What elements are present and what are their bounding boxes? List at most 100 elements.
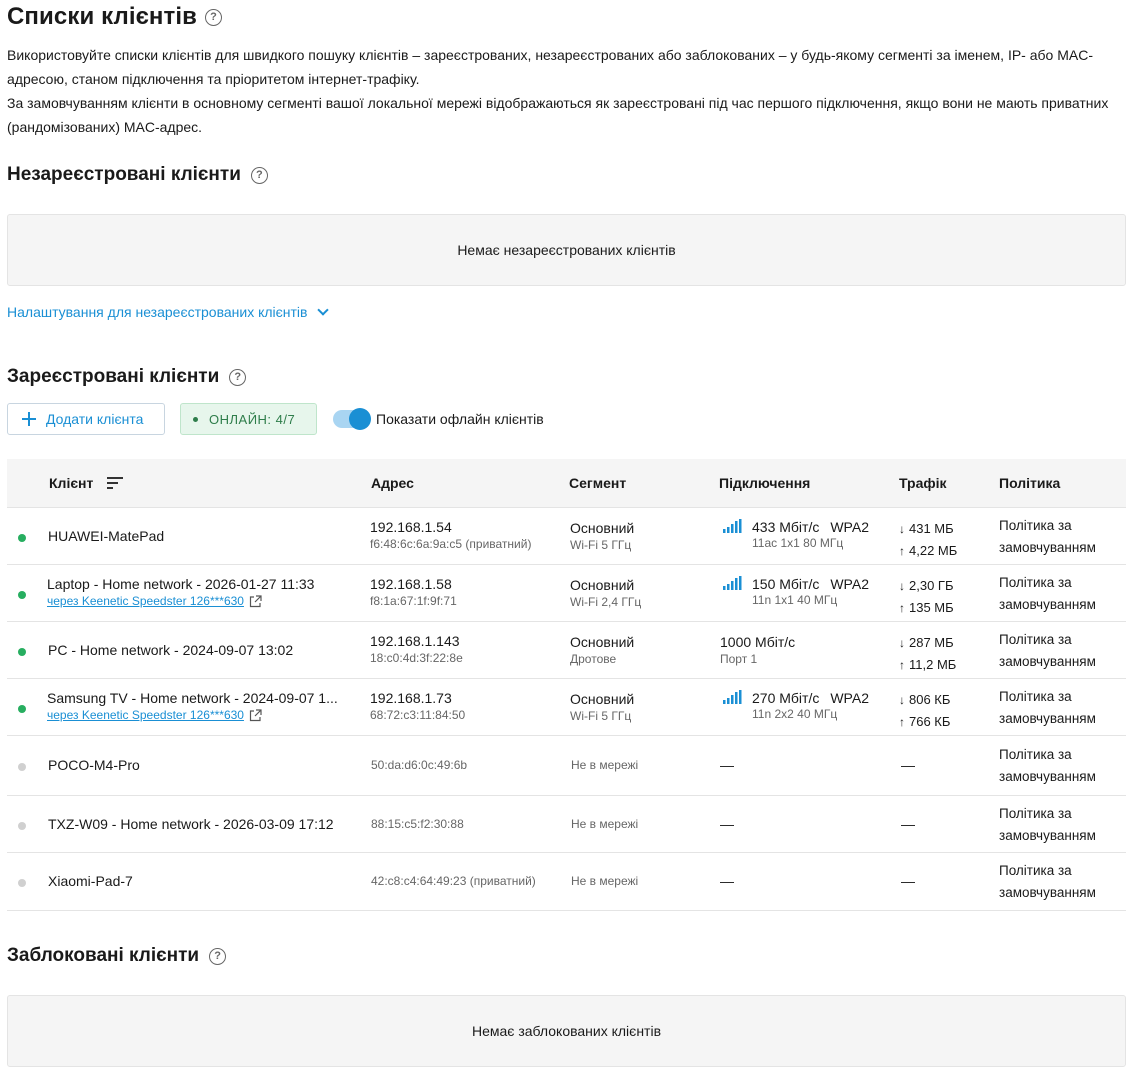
unregistered-empty-text: Немає незареєстрованих клієнтів xyxy=(457,242,676,258)
via-link[interactable]: через Keenetic Speedster 126***630 xyxy=(47,594,262,608)
policy-link[interactable]: Політика за замовчуванням xyxy=(999,686,1117,730)
client-cell[interactable]: HUAWEI-MatePad xyxy=(48,528,164,544)
client-name[interactable]: POCO-M4-Pro xyxy=(48,757,140,773)
toggle-knob xyxy=(349,408,371,430)
segment-cell: Основний Wi-Fi 2,4 ГГц xyxy=(570,577,641,609)
address-cell: 192.168.1.54 f6:48:6c:6a:9a:c5 (приватний… xyxy=(370,519,531,551)
via-link-text[interactable]: через Keenetic Speedster 126***630 xyxy=(47,708,244,722)
registered-heading: Зареєстровані клієнти ? xyxy=(7,366,247,388)
traffic-cell: ↓ 806 КБ ↑ 766 КБ xyxy=(899,689,950,733)
add-client-button[interactable]: Додати клієнта xyxy=(7,403,165,435)
help-circle-icon[interactable]: ? xyxy=(229,368,247,386)
wifi-signal-icon xyxy=(723,576,742,590)
table-row[interactable]: Samsung TV - Home network - 2024-09-07 1… xyxy=(7,679,1126,736)
column-header-connection: Підключення xyxy=(719,475,811,491)
external-link-icon[interactable] xyxy=(249,708,262,722)
arrow-up-icon: ↑ xyxy=(899,544,905,558)
table-row[interactable]: PC - Home network - 2024-09-07 13:02 192.… xyxy=(7,622,1126,679)
client-name[interactable]: Xiaomi-Pad-7 xyxy=(48,873,133,889)
ip-address: 192.168.1.143 xyxy=(370,633,460,649)
client-cell[interactable]: Xiaomi-Pad-7 xyxy=(48,873,133,889)
policy-link[interactable]: Політика за замовчуванням xyxy=(999,629,1117,673)
unregistered-heading: Незареєстровані клієнти ? xyxy=(7,164,268,186)
segment-band: Wi-Fi 2,4 ГГц xyxy=(570,595,642,609)
help-circle-icon[interactable]: ? xyxy=(205,8,223,26)
traffic-empty: — xyxy=(901,873,915,889)
registered-clients-table: Клієнт Адрес Сегмент Підключення Трафік … xyxy=(7,459,1126,911)
traffic-down: 431 МБ xyxy=(909,521,954,536)
client-name[interactable]: Samsung TV - Home network - 2024-09-07 1… xyxy=(47,690,338,706)
unregistered-empty-panel: Немає незареєстрованих клієнтів xyxy=(7,214,1126,286)
page-description: Використовуйте списки клієнтів для швидк… xyxy=(7,43,1119,139)
registered-heading-text: Зареєстровані клієнти xyxy=(7,366,220,387)
sort-icon[interactable] xyxy=(107,477,124,490)
policy-link[interactable]: Політика за замовчуванням xyxy=(999,803,1117,847)
arrow-up-icon: ↑ xyxy=(899,715,905,729)
via-link-text[interactable]: через Keenetic Speedster 126***630 xyxy=(47,594,244,608)
arrow-down-icon: ↓ xyxy=(899,579,905,593)
offline-status: Не в мережі xyxy=(571,874,639,888)
help-circle-icon[interactable]: ? xyxy=(250,166,268,184)
client-cell[interactable]: Laptop - Home network - 2026-01-27 11:33… xyxy=(47,576,314,608)
segment-band: Wi-Fi 5 ГГц xyxy=(570,709,632,723)
link-speed: 270 Мбіт/с xyxy=(752,690,820,706)
arrow-up-icon: ↑ xyxy=(899,658,905,672)
arrow-down-icon: ↓ xyxy=(899,522,905,536)
policy-link[interactable]: Політика за замовчуванням xyxy=(999,515,1117,559)
traffic-cell: ↓ 431 МБ ↑ 4,22 МБ xyxy=(899,518,957,562)
column-header-client[interactable]: Клієнт xyxy=(49,475,124,491)
table-row[interactable]: Laptop - Home network - 2026-01-27 11:33… xyxy=(7,565,1126,622)
external-link-icon[interactable] xyxy=(249,594,262,608)
mac-address: f8:1a:67:1f:9f:71 xyxy=(370,594,457,608)
table-row[interactable]: Xiaomi-Pad-7 42:c8:c4:64:49:23 (приватний… xyxy=(7,853,1126,911)
mac-address: f6:48:6c:6a:9a:c5 (приватний) xyxy=(370,537,532,551)
policy-link[interactable]: Політика за замовчуванням xyxy=(999,860,1117,904)
address-cell: 192.168.1.73 68:72:c3:11:84:50 xyxy=(370,690,465,722)
blocked-empty-text: Немає заблокованих клієнтів xyxy=(471,1023,662,1039)
client-cell[interactable]: Samsung TV - Home network - 2024-09-07 1… xyxy=(47,690,338,722)
policy-link[interactable]: Політика за замовчуванням xyxy=(999,744,1117,788)
client-cell[interactable]: TXZ-W09 - Home network - 2026-03-09 17:1… xyxy=(48,816,334,832)
address-cell: 192.168.1.58 f8:1a:67:1f:9f:71 xyxy=(370,576,457,608)
table-body: HUAWEI-MatePad 192.168.1.54 f6:48:6c:6a:9a… xyxy=(7,508,1126,911)
wifi-signal-icon xyxy=(723,519,742,533)
segment-cell: Основний Wi-Fi 5 ГГц xyxy=(570,520,634,552)
connection-cell: 1000 Мбіт/с Порт 1 xyxy=(720,634,795,666)
traffic-empty: — xyxy=(901,816,915,832)
show-offline-toggle[interactable] xyxy=(333,408,371,430)
segment-band: Wi-Fi 5 ГГц xyxy=(570,538,632,552)
ip-address: 192.168.1.73 xyxy=(370,690,452,706)
help-circle-icon[interactable]: ? xyxy=(209,947,227,965)
traffic-up: 766 КБ xyxy=(909,714,951,729)
unregistered-settings-label: Налаштування для незареєстрованих клієнт… xyxy=(7,304,308,320)
table-row[interactable]: TXZ-W09 - Home network - 2026-03-09 17:1… xyxy=(7,796,1126,853)
page-title-text: Списки клієнтів xyxy=(7,3,198,30)
client-name[interactable]: HUAWEI-MatePad xyxy=(48,528,164,544)
port-label: Порт 1 xyxy=(720,652,758,666)
mac-address: 50:da:d6:0c:49:6b xyxy=(371,758,468,772)
table-row[interactable]: HUAWEI-MatePad 192.168.1.54 f6:48:6c:6a:9a… xyxy=(7,508,1126,565)
ip-address: 192.168.1.58 xyxy=(370,576,452,592)
traffic-down: 806 КБ xyxy=(909,692,951,707)
mac-address: 42:c8:c4:64:49:23 (приватний) xyxy=(371,874,536,888)
online-dot-icon xyxy=(193,416,198,422)
blocked-heading-text: Заблоковані клієнти xyxy=(7,945,200,966)
traffic-up: 4,22 МБ xyxy=(909,543,958,558)
offline-status: Не в мережі xyxy=(571,817,639,831)
via-link[interactable]: через Keenetic Speedster 126***630 xyxy=(47,708,262,722)
show-offline-label: Показати офлайн клієнтів xyxy=(376,411,544,427)
client-name[interactable]: Laptop - Home network - 2026-01-27 11:33 xyxy=(47,576,314,592)
client-name[interactable]: PC - Home network - 2024-09-07 13:02 xyxy=(48,642,293,658)
traffic-down: 287 МБ xyxy=(909,635,954,650)
client-cell[interactable]: POCO-M4-Pro xyxy=(48,757,140,773)
online-count-text: ОНЛАЙН: 4/7 xyxy=(209,411,296,427)
table-row[interactable]: POCO-M4-Pro 50:da:d6:0c:49:6b Не в мережі —… xyxy=(7,736,1126,796)
arrow-down-icon: ↓ xyxy=(899,636,905,650)
segment-name: Основний xyxy=(570,691,635,707)
client-cell[interactable]: PC - Home network - 2024-09-07 13:02 xyxy=(48,642,293,658)
traffic-cell: ↓ 2,30 ГБ ↑ 135 МБ xyxy=(899,575,954,619)
status-dot xyxy=(18,822,26,830)
client-name[interactable]: TXZ-W09 - Home network - 2026-03-09 17:1… xyxy=(48,816,334,832)
policy-link[interactable]: Політика за замовчуванням xyxy=(999,572,1117,616)
unregistered-settings-link[interactable]: Налаштування для незареєстрованих клієнт… xyxy=(7,304,330,320)
